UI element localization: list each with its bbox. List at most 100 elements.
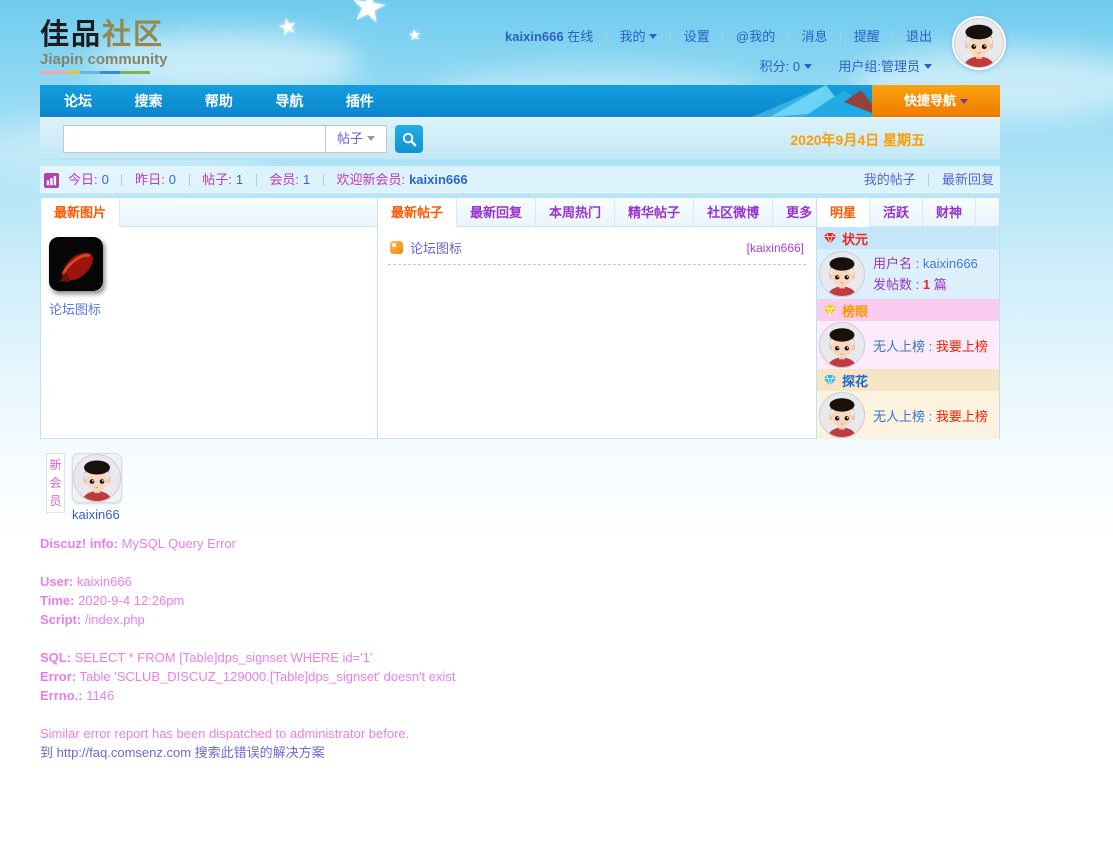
post-author-link[interactable]: [kaixin666] — [747, 241, 804, 255]
user-avatar[interactable] — [952, 16, 1006, 70]
members-value: 1 — [299, 172, 310, 187]
tab-active-members[interactable]: 活跃 — [870, 198, 923, 226]
nav-item-plugins[interactable]: 插件 — [332, 85, 388, 117]
error-dispatched-line: Similar error report has been dispatched… — [40, 724, 1000, 743]
tab-digest-posts[interactable]: 精华帖子 — [615, 198, 694, 226]
faq-prefix: 到 — [40, 745, 53, 760]
usergroup-link[interactable]: 用户组:管理员 — [838, 59, 920, 74]
faq-link[interactable]: http://faq.comsenz.com — [57, 745, 191, 760]
runner-up-avatar — [819, 322, 865, 368]
error-sql-label: SQL: — [40, 650, 71, 665]
diamond-icon-yellow — [823, 304, 837, 317]
forum-stats-bar: 今日:0 昨日:0 帖子:1 会员:1 欢迎新会员:kaixin666 我的帖子… — [40, 166, 1000, 194]
tab-weekly-hot[interactable]: 本周热门 — [536, 198, 615, 226]
new-member-badge: 新 会 员 — [46, 453, 65, 513]
user-toolbar: kaixin666 在线 我的 设置 @我的 消息 提醒 退出 积分: 0 用户… — [505, 26, 932, 75]
my-menu-link[interactable]: 我的 — [619, 29, 645, 44]
rank-me-link[interactable]: 我要上榜 — [936, 409, 988, 424]
divider — [788, 31, 789, 43]
search-icon — [402, 132, 417, 147]
error-info-value: MySQL Query Error — [122, 536, 236, 551]
tab-wealth-members[interactable]: 财神 — [923, 198, 976, 226]
ranking-tabs: 明星 活跃 财神 — [817, 198, 999, 227]
quick-nav-button[interactable]: 快捷导航 — [872, 85, 1000, 117]
tab-latest-replies[interactable]: 最新回复 — [457, 198, 536, 226]
site-title: 佳品社区 — [40, 20, 168, 50]
champion-body: 用户名 : kaixin666 发帖数 : 1 篇 — [817, 249, 999, 299]
tab-community-weibo[interactable]: 社区微博 — [694, 198, 773, 226]
yesterday-label: 昨日: — [135, 172, 165, 187]
rank-me-link[interactable]: 我要上榜 — [936, 339, 988, 354]
third-place-body: 无人上榜 : 我要上榜 — [817, 391, 999, 439]
error-script-line: Script: /index.php — [40, 610, 1000, 629]
chevron-down-icon — [924, 64, 932, 69]
site-subtitle: Jiapin community — [40, 51, 168, 68]
new-member-name-link[interactable]: kaixin66 — [72, 507, 122, 522]
latest-posts-tabs: 最新帖子 最新回复 本周热门 精华帖子 社区微博 更多 — [378, 198, 816, 227]
post-list-item: 论坛图标 [kaixin666] — [388, 236, 806, 265]
tab-latest-images[interactable]: 最新图片 — [41, 198, 120, 227]
champion-username-label: 用户名 : — [873, 256, 919, 271]
spacer — [40, 629, 1000, 648]
diamond-icon-blue — [823, 374, 837, 387]
champion-info: 用户名 : kaixin666 发帖数 : 1 篇 — [873, 253, 978, 295]
error-user-label: User: — [40, 574, 73, 589]
error-errno-line: Errno.: 1146 — [40, 686, 1000, 705]
posts-value: 1 — [232, 172, 243, 187]
tab-latest-posts[interactable]: 最新帖子 — [378, 198, 457, 227]
forum-image-thumbnail[interactable] — [49, 237, 103, 291]
latest-images-header: 最新图片 — [41, 198, 377, 227]
latest-posts-panel: 最新帖子 最新回复 本周热门 精华帖子 社区微博 更多 论坛图标 [kaixin… — [377, 197, 817, 439]
badge-char: 会 — [47, 474, 64, 492]
champion-username-value[interactable]: kaixin666 — [923, 256, 978, 271]
credits-link[interactable]: 积分: 0 — [760, 59, 800, 74]
champion-header: 状元 — [817, 227, 999, 249]
error-message-line: Error: Table 'SCLUB_DISCUZ_129000.[Table… — [40, 667, 1000, 686]
search-scope-select[interactable]: 帖子 — [325, 125, 387, 153]
runner-up-title: 榜眼 — [842, 301, 868, 320]
champion-posts-value[interactable]: 1 — [923, 277, 930, 292]
divider — [840, 31, 841, 43]
divider — [189, 174, 190, 186]
nav-item-forum[interactable]: 论坛 — [50, 85, 106, 117]
error-script-value: /index.php — [85, 612, 145, 627]
avatar-boy-icon — [73, 454, 121, 502]
post-title-link[interactable]: 论坛图标 — [410, 238, 462, 257]
logout-link[interactable]: 退出 — [906, 29, 932, 44]
search-bar: 帖子 2020年9月4日 星期五 — [40, 117, 1000, 160]
tab-star-members[interactable]: 明星 — [817, 198, 870, 227]
latest-replies-link[interactable]: 最新回复 — [942, 172, 994, 187]
settings-link[interactable]: 设置 — [684, 29, 710, 44]
user-toolbar-row1: kaixin666 在线 我的 设置 @我的 消息 提醒 退出 — [505, 26, 932, 45]
new-member-avatar[interactable] — [72, 453, 122, 503]
nav-item-help[interactable]: 帮助 — [191, 85, 247, 117]
alerts-link[interactable]: 提醒 — [854, 29, 880, 44]
my-posts-link[interactable]: 我的帖子 — [864, 172, 916, 187]
image-caption-link[interactable]: 论坛图标 — [49, 299, 369, 318]
main-content-row: 最新图片 论坛图标 最新帖子 最新回复 本周热门 精华帖子 社区微博 更多 论坛 — [40, 197, 1000, 439]
nav-item-navigation[interactable]: 导航 — [261, 85, 317, 117]
site-logo[interactable]: 佳品社区 Jiapin community — [40, 20, 168, 74]
nav-item-search[interactable]: 搜索 — [120, 85, 176, 117]
new-member-link[interactable]: kaixin666 — [405, 172, 468, 187]
site-title-primary: 佳品 — [40, 19, 102, 51]
divider — [121, 174, 122, 186]
divider — [323, 174, 324, 186]
error-script-label: Script: — [40, 612, 81, 627]
chevron-down-icon — [960, 99, 968, 104]
messages-link[interactable]: 消息 — [801, 29, 827, 44]
error-errno-label: Errno.: — [40, 688, 83, 703]
online-label: 在线 — [567, 29, 593, 44]
third-place-section: 探花 无人上榜 : 我要上榜 — [817, 369, 999, 439]
no-one-label: 无人上榜 : — [873, 409, 932, 424]
username-link[interactable]: kaixin666 — [505, 29, 564, 44]
error-time-line: Time: 2020-9-4 12:26pm — [40, 591, 1000, 610]
error-sql-line: SQL: SELECT * FROM [Table]dps_signset WH… — [40, 648, 1000, 667]
search-button[interactable] — [395, 125, 423, 153]
third-place-avatar — [819, 392, 865, 438]
badge-char: 新 — [47, 456, 64, 474]
new-post-icon — [390, 241, 403, 254]
search-input[interactable] — [63, 125, 325, 153]
champion-avatar[interactable] — [819, 251, 865, 297]
at-me-link[interactable]: @我的 — [736, 29, 775, 44]
